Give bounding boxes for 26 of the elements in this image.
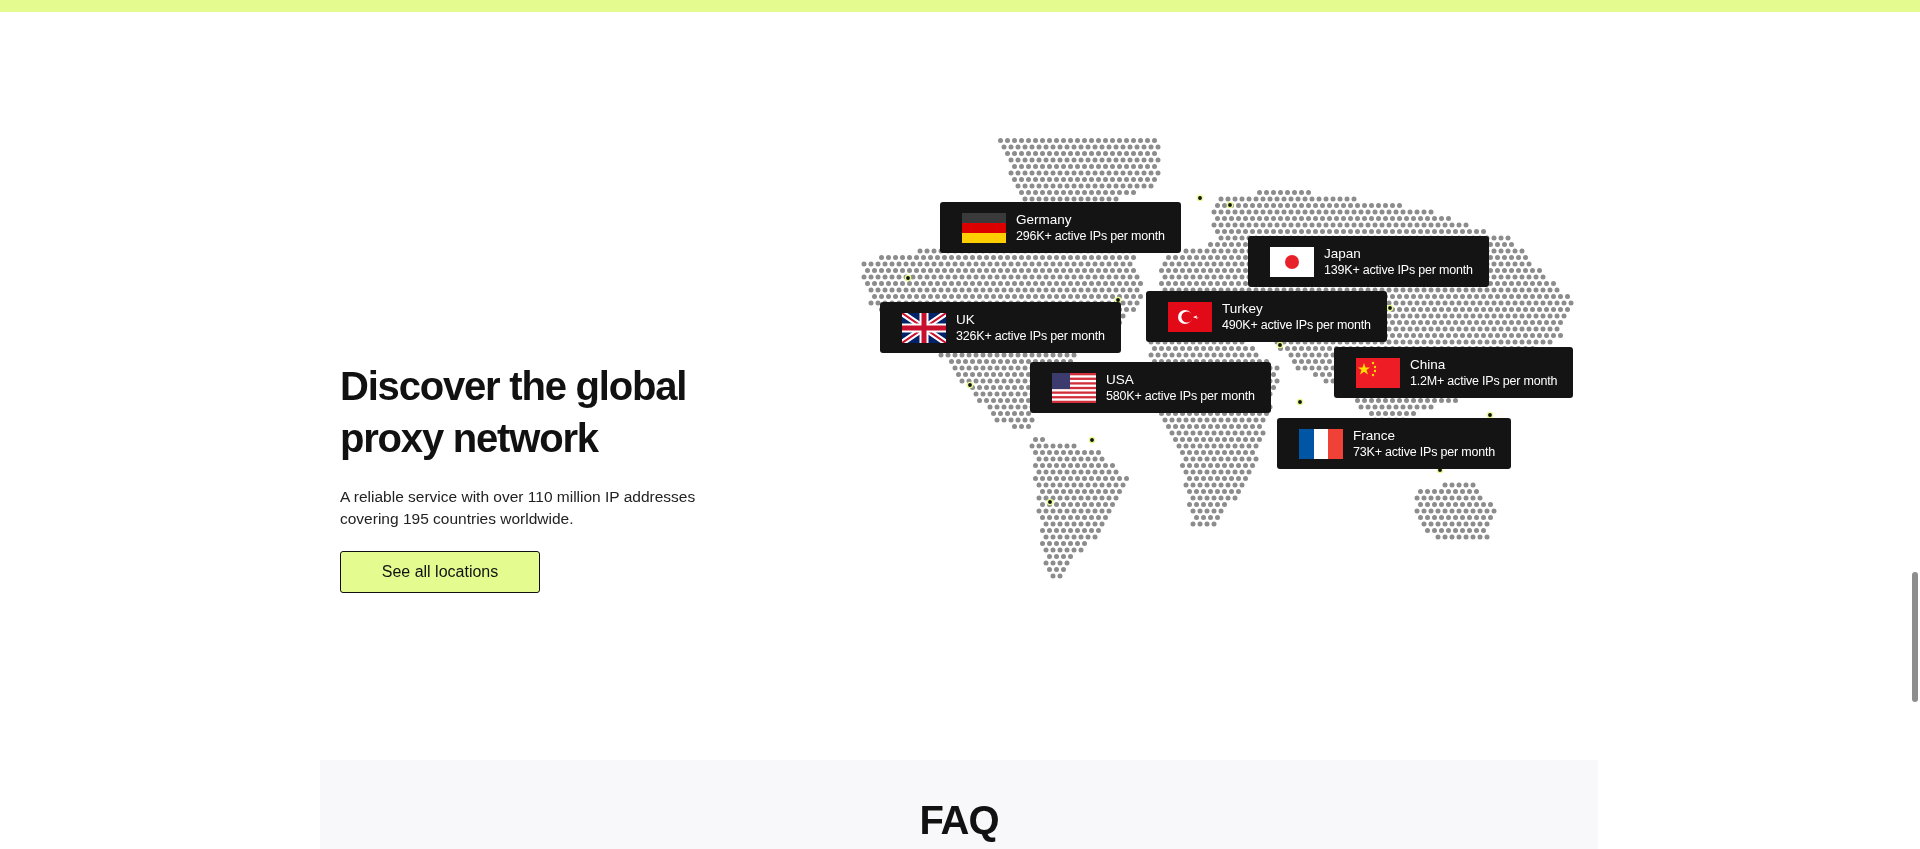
country-name: USA (1106, 370, 1135, 388)
ip-count: 73K+ active IPs per month (1353, 443, 1495, 461)
flag-icon (1052, 372, 1096, 403)
country-name: China (1410, 355, 1447, 373)
flag-icon (1168, 301, 1212, 332)
flag-icon (1356, 357, 1400, 388)
ip-count: 490K+ active IPs per month (1222, 316, 1371, 334)
flag-icon (962, 212, 1006, 243)
faq-title: FAQ (919, 798, 999, 844)
country-name: UK (956, 310, 976, 328)
ip-count: 1.2M+ active IPs per month (1410, 372, 1558, 390)
flag-icon (1299, 428, 1343, 459)
scrollbar-thumb[interactable] (1912, 572, 1918, 702)
country-name: Germany (1016, 210, 1073, 228)
see-all-locations-button[interactable]: See all locations (340, 551, 540, 593)
section-description: A reliable service with over 110 million IP addresses covering 195 countries worldwide. (340, 487, 697, 529)
country-name: Turkey (1222, 299, 1264, 317)
ip-count: 580K+ active IPs per month (1106, 387, 1255, 405)
country-name: Japan (1324, 244, 1362, 262)
ip-count: 296K+ active IPs per month (1016, 227, 1165, 245)
country-name: France (1353, 426, 1397, 444)
section-title: Discover the global proxy network (340, 363, 688, 462)
flag-icon (902, 312, 946, 343)
ip-count: 326K+ active IPs per month (956, 327, 1105, 345)
flag-icon (1270, 246, 1314, 277)
ip-count: 139K+ active IPs per month (1324, 261, 1473, 279)
